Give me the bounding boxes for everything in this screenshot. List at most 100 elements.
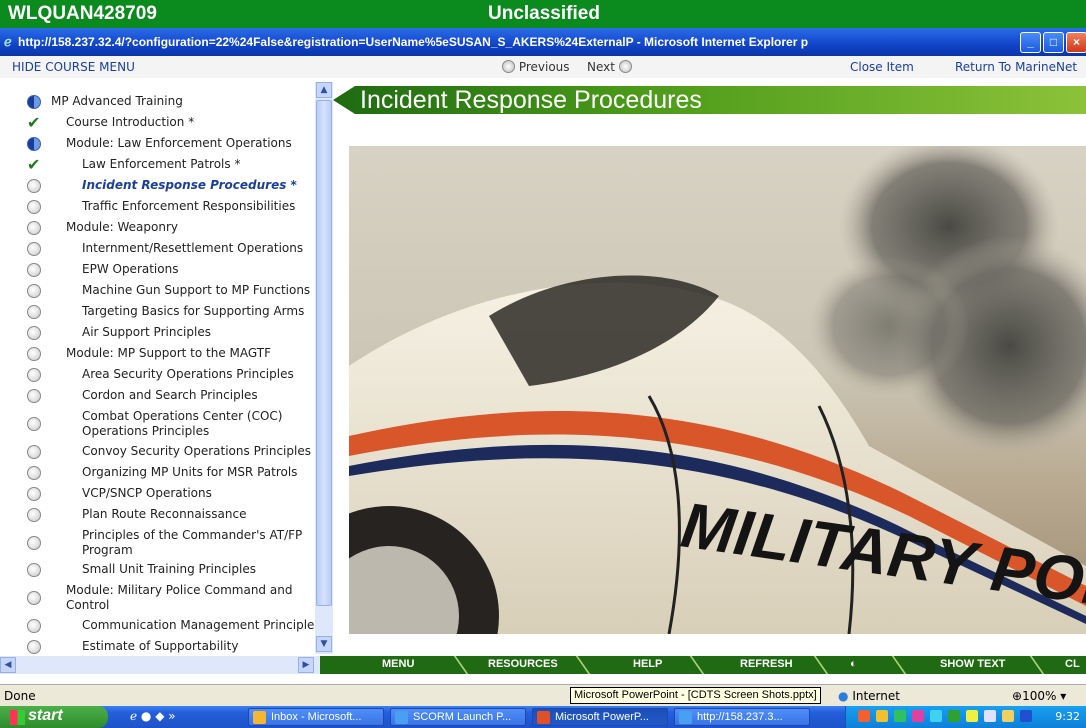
tray-icon[interactable]	[984, 710, 996, 722]
menu-item[interactable]: Module: Law Enforcement Operations	[0, 136, 315, 152]
zoom-level[interactable]: ⊕100% ▾	[1012, 689, 1066, 703]
tray-icon[interactable]	[966, 710, 978, 722]
menu-item[interactable]: Area Security Operations Principles	[0, 367, 315, 383]
menu-tab[interactable]: MENU	[382, 658, 414, 670]
window-title: http://158.237.32.4/?configuration=22%24…	[18, 35, 809, 49]
menu-item[interactable]: Machine Gun Support to MP Functions	[0, 283, 315, 299]
workstation-id: WLQUAN428709	[8, 3, 157, 24]
show-text-tab[interactable]: SHOW TEXT	[940, 658, 1005, 670]
scroll-thumb[interactable]	[316, 100, 332, 606]
quick-launch-icons[interactable]: ℯ ● ◆ »	[130, 709, 176, 723]
hide-course-menu-link[interactable]: HIDE COURSE MENU	[12, 60, 135, 74]
classification-label: Unclassified	[488, 3, 600, 24]
minimize-button[interactable]: _	[1020, 32, 1041, 53]
scroll-left-arrow[interactable]: ◀	[0, 657, 16, 673]
menu-item[interactable]: Module: Military Police Command and Cont…	[0, 583, 315, 613]
status-incomplete-icon	[27, 242, 41, 256]
ie-icon: ℯ	[4, 34, 12, 49]
menu-item[interactable]: Module: MP Support to the MAGTF	[0, 346, 315, 362]
tray-icon[interactable]	[948, 710, 960, 722]
status-incomplete-icon	[27, 508, 41, 522]
maximize-button[interactable]: □	[1043, 32, 1064, 53]
close-tab[interactable]: CL	[1065, 658, 1080, 670]
clock: 9:32	[1055, 710, 1080, 723]
status-complete-icon: ✔	[27, 155, 41, 174]
menu-item[interactable]: Air Support Principles	[0, 325, 315, 341]
menu-item[interactable]: ✔ Course Introduction *	[0, 115, 315, 131]
menu-item[interactable]: Communication Management Principle	[0, 618, 315, 634]
menu-item[interactable]: Internment/Resettlement Operations	[0, 241, 315, 257]
taskbar-btn-ie[interactable]: http://158.237.3...	[674, 708, 810, 726]
windows-logo-icon	[10, 710, 25, 725]
menu-item-label: Convoy Security Operations Principles	[82, 444, 311, 458]
next-button[interactable]: Next	[587, 60, 632, 74]
tray-icon[interactable]	[894, 710, 906, 722]
scroll-down-arrow[interactable]: ▼	[316, 636, 332, 652]
system-tray: 9:32	[845, 706, 1086, 728]
tray-icon[interactable]	[930, 710, 942, 722]
status-incomplete-icon	[27, 389, 41, 403]
scroll-right-arrow[interactable]: ▶	[298, 657, 314, 673]
menu-item-label: Traffic Enforcement Responsibilities	[82, 199, 296, 213]
menu-item-label: Course Introduction *	[66, 115, 195, 129]
menu-item[interactable]: Convoy Security Operations Principles	[0, 444, 315, 460]
status-incomplete-icon	[27, 563, 41, 577]
menu-item[interactable]: Estimate of Supportability	[0, 639, 315, 654]
resources-tab[interactable]: RESOURCES	[488, 658, 558, 670]
ie-icon	[679, 711, 692, 724]
classification-banner: WLQUAN428709 Unclassified	[0, 0, 1086, 28]
menu-item[interactable]: Module: Weaponry	[0, 220, 315, 236]
tray-icon[interactable]	[912, 710, 924, 722]
menu-item-current[interactable]: Incident Response Procedures *	[0, 178, 315, 194]
tray-icon[interactable]	[876, 710, 888, 722]
menu-item-label: Air Support Principles	[82, 325, 211, 339]
menu-item-label: Incident Response Procedures *	[82, 178, 297, 192]
menu-item[interactable]: Cordon and Search Principles	[0, 388, 315, 404]
menu-item[interactable]: Targeting Basics for Supporting Arms	[0, 304, 315, 320]
menu-item[interactable]: Combat Operations Center (COC) Operation…	[0, 409, 315, 439]
menu-item-label: Estimate of Supportability	[82, 639, 239, 653]
menu-item-label: Module: MP Support to the MAGTF	[66, 346, 271, 360]
taskbar-btn-scorm[interactable]: SCORM Launch P...	[390, 708, 526, 726]
menu-item[interactable]: Principles of the Commander's AT/FP Prog…	[0, 528, 315, 558]
tray-icon[interactable]	[1002, 710, 1014, 722]
status-incomplete-icon	[27, 368, 41, 382]
tray-icon[interactable]	[858, 710, 870, 722]
menu-item-label: Plan Route Reconnaissance	[82, 507, 247, 521]
refresh-tab[interactable]: REFRESH	[740, 658, 793, 670]
start-button[interactable]: start	[0, 706, 108, 728]
menu-item-label: Internment/Resettlement Operations	[82, 241, 304, 255]
taskbar-btn-powerpoint[interactable]: Microsoft PowerP...	[532, 708, 668, 726]
menu-item[interactable]: Traffic Enforcement Responsibilities	[0, 199, 315, 215]
help-tab[interactable]: HELP	[633, 658, 662, 670]
menu-item[interactable]: Plan Route Reconnaissance	[0, 507, 315, 523]
menu-item[interactable]: Small Unit Training Principles	[0, 562, 315, 578]
scroll-up-arrow[interactable]: ▲	[316, 82, 332, 98]
menu-item[interactable]: Organizing MP Units for MSR Patrols	[0, 465, 315, 481]
menu-item[interactable]: ✔ Law Enforcement Patrols *	[0, 157, 315, 173]
course-menu: MP Advanced Training ✔ Course Introduction…	[0, 78, 333, 654]
menu-horizontal-scrollbar[interactable]: ◀ ▶	[0, 656, 333, 674]
menu-item-label: VCP/SNCP Operations	[82, 486, 212, 500]
zone-indicator: ● Internet	[838, 689, 900, 703]
status-incomplete-icon	[27, 326, 41, 340]
return-marinenet-link[interactable]: Return To MarineNet	[955, 60, 1077, 74]
status-incomplete-icon	[27, 221, 41, 235]
status-incomplete-icon	[27, 417, 41, 431]
taskbar-btn-inbox[interactable]: Inbox - Microsoft...	[248, 708, 384, 726]
audio-icon[interactable]: ◐	[850, 658, 857, 670]
close-item-link[interactable]: Close Item	[850, 60, 914, 74]
close-window-button[interactable]: ×	[1066, 32, 1086, 53]
menu-item-label: Principles of the Commander's AT/FP Prog…	[82, 528, 303, 557]
menu-item[interactable]: EPW Operations	[0, 262, 315, 278]
menu-vertical-scrollbar[interactable]: ▲ ▼	[315, 82, 333, 654]
status-complete-icon: ✔	[27, 113, 41, 132]
window-titlebar[interactable]: ℯ http://158.237.32.4/?configuration=22%…	[0, 28, 1086, 56]
menu-item[interactable]: MP Advanced Training	[0, 94, 315, 110]
menu-item[interactable]: VCP/SNCP Operations	[0, 486, 315, 502]
taskbar-tooltip: Microsoft PowerPoint - [CDTS Screen Shot…	[570, 687, 821, 704]
lesson-header: Incident Response Procedures	[333, 86, 1086, 114]
lesson-image: MILITARY POLICE	[349, 146, 1086, 634]
previous-button[interactable]: Previous	[502, 60, 570, 74]
tray-icon[interactable]	[1020, 710, 1032, 722]
